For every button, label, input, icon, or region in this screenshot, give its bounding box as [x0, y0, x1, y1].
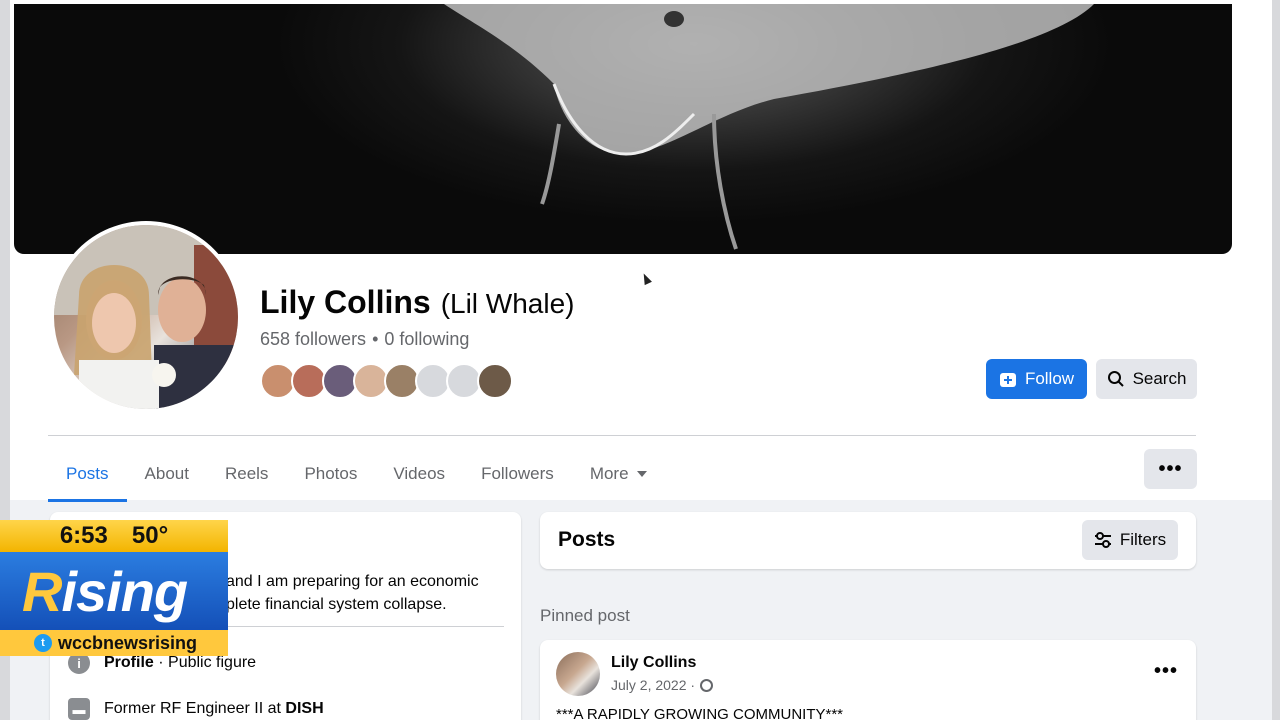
tab-videos[interactable]: Videos	[375, 446, 463, 502]
search-button[interactable]: Search	[1096, 359, 1197, 399]
whale-cover-image	[444, 4, 1094, 250]
intro-bio: and I am preparing for an economic plete…	[226, 570, 516, 616]
tv-handle-bar: t wccbnewsrising	[0, 630, 228, 656]
follow-icon	[999, 373, 1016, 387]
following-count[interactable]: 0 following	[384, 329, 469, 350]
couple-photo-illustration	[54, 225, 238, 409]
tab-label: More	[589, 464, 629, 483]
stats-separator: •	[372, 329, 379, 349]
globe-icon	[700, 678, 714, 692]
filters-label: Filters	[1119, 530, 1167, 549]
tab-reels[interactable]: Reels	[207, 446, 286, 502]
posts-header-card: Posts Filters	[540, 512, 1196, 569]
follower-avatars	[260, 363, 513, 399]
profile-alt-name: (Lil Whale)	[440, 288, 575, 319]
tab-more[interactable]: More	[572, 446, 665, 502]
work-row: ▬ Former RF Engineer II at DISH	[68, 698, 324, 720]
post-author-avatar[interactable]	[556, 652, 600, 696]
filters-icon	[1094, 532, 1111, 548]
tv-logo: Rising	[0, 552, 228, 630]
post-date[interactable]: July 2, 2022 ·	[611, 677, 695, 693]
follow-label: Follow	[1024, 369, 1075, 388]
pinned-post-card: Lily Collins July 2, 2022 · ••• ***A RAP…	[540, 640, 1196, 720]
caret-down-icon	[636, 471, 647, 477]
profile-type-value: · Public figure	[158, 654, 257, 671]
profile-tabs: Posts About Reels Photos Videos Followers More	[48, 446, 665, 502]
post-author-name[interactable]: Lily Collins	[611, 654, 696, 672]
tv-handle: wccbnewsrising	[58, 632, 198, 653]
profile-name: Lily Collins	[260, 284, 431, 320]
work-prefix: Former RF Engineer II at	[104, 700, 281, 717]
profile-type-label: Profile	[104, 654, 154, 671]
tv-temp: 50°	[131, 522, 169, 549]
briefcase-icon: ▬	[68, 698, 90, 720]
pinned-post-label: Pinned post	[540, 606, 630, 625]
follower-avatar[interactable]	[477, 363, 513, 399]
tab-label: Photos	[304, 464, 358, 483]
followers-count[interactable]: 658 followers	[260, 329, 366, 350]
more-options-button[interactable]: •••	[1144, 449, 1197, 489]
tv-news-overlay: 6:53 50° Rising t wccbnewsrising	[0, 520, 228, 656]
profile-name-row: Lily Collins (Lil Whale)	[260, 284, 575, 321]
tab-posts[interactable]: Posts	[48, 446, 127, 502]
cover-photo[interactable]	[14, 4, 1232, 254]
follow-stats: 658 followers • 0 following	[260, 329, 469, 350]
post-date-row: July 2, 2022 ·	[611, 677, 714, 693]
profile-photo	[54, 225, 238, 409]
bio-line-2: plete financial system collapse.	[226, 596, 447, 613]
follow-button[interactable]: Follow	[986, 359, 1087, 399]
tab-photos[interactable]: Photos	[286, 446, 375, 502]
work-company[interactable]: DISH	[285, 700, 323, 717]
tab-label: Followers	[481, 464, 554, 483]
filters-button[interactable]: Filters	[1082, 520, 1178, 560]
tv-logo-r: R	[22, 559, 62, 623]
tab-label: Reels	[224, 464, 269, 483]
posts-title: Posts	[558, 528, 616, 551]
tv-logo-rest: ising	[61, 559, 188, 623]
tab-label: About	[144, 464, 189, 483]
post-text: ***A RAPIDLY GROWING COMMUNITY***	[556, 706, 843, 720]
header-divider	[48, 435, 1196, 436]
bio-line-1: and I am preparing for an economic	[226, 573, 479, 590]
tv-time-temp-bar: 6:53 50°	[0, 520, 228, 552]
tv-time: 6:53	[59, 522, 108, 549]
twitter-icon: t	[34, 634, 52, 652]
tab-about[interactable]: About	[127, 446, 207, 502]
tab-followers[interactable]: Followers	[463, 446, 572, 502]
tab-label: Videos	[393, 464, 446, 483]
search-icon	[1107, 371, 1124, 387]
search-label: Search	[1132, 369, 1187, 388]
profile-avatar[interactable]	[50, 221, 242, 413]
post-menu-button[interactable]: •••	[1154, 660, 1178, 683]
tab-label: Posts	[66, 464, 109, 483]
